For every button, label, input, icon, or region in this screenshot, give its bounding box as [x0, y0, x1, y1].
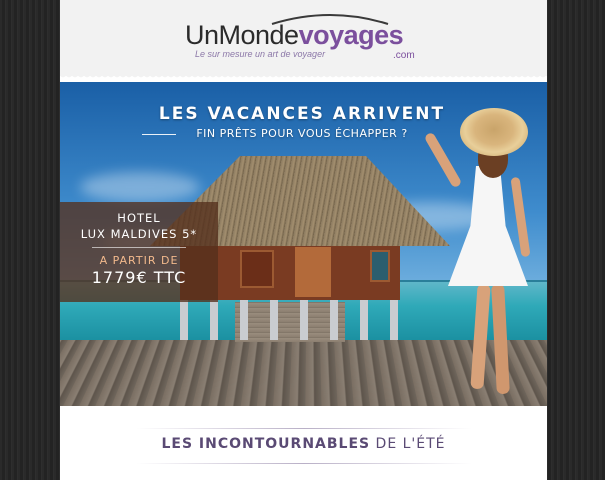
hero-subheadline: FIN PRÊTS POUR VOUS ÉCHAPPER ?: [142, 127, 432, 140]
section-title: LES INCONTOURNABLES DE L'ÉTÉ: [60, 436, 547, 452]
offer-divider: [92, 247, 186, 248]
logo-monde: Monde: [218, 20, 300, 50]
email-card: UnMondevoyages Le sur mesure un art de v…: [60, 0, 547, 480]
offer-price: 1779€ TTC: [91, 268, 187, 287]
hero-banner[interactable]: LES VACANCES ARRIVENT FIN PRÊTS POUR VOU…: [60, 82, 547, 406]
logo-voyages: voyages: [298, 20, 404, 50]
woman-straw-hat: [460, 108, 528, 156]
woman-arm: [423, 131, 463, 189]
hut-door: [295, 247, 331, 297]
hut-window: [370, 250, 390, 282]
woman-arm: [510, 176, 531, 258]
logo-un: Un: [185, 20, 219, 50]
hero-headline: LES VACANCES ARRIVENT: [158, 104, 446, 124]
offer-hotel-name: HOTEL LUX MALDIVES 5*: [60, 210, 218, 242]
offer-from-label: A PARTIR DE: [99, 254, 179, 267]
logo-tagline: Le sur mesure un art de voyager: [195, 49, 326, 59]
hut-stilts: [180, 300, 400, 340]
offer-hotel-line2: LUX MALDIVES 5*: [80, 227, 198, 241]
section-divider: [136, 428, 472, 429]
cloud: [80, 172, 200, 202]
hut-window: [240, 250, 274, 288]
section-header: LES INCONTOURNABLES DE L'ÉTÉ: [60, 406, 547, 480]
logo-domain-suffix: .com: [393, 50, 415, 61]
offer-box[interactable]: HOTEL LUX MALDIVES 5* A PARTIR DE 1779€ …: [60, 202, 218, 302]
section-title-bold: LES INCONTOURNABLES: [161, 436, 371, 452]
header: UnMondevoyages Le sur mesure un art de v…: [60, 0, 547, 80]
section-divider: [136, 463, 472, 464]
offer-hotel-line1: HOTEL: [117, 211, 161, 225]
section-title-rest: DE L'ÉTÉ: [370, 436, 446, 452]
